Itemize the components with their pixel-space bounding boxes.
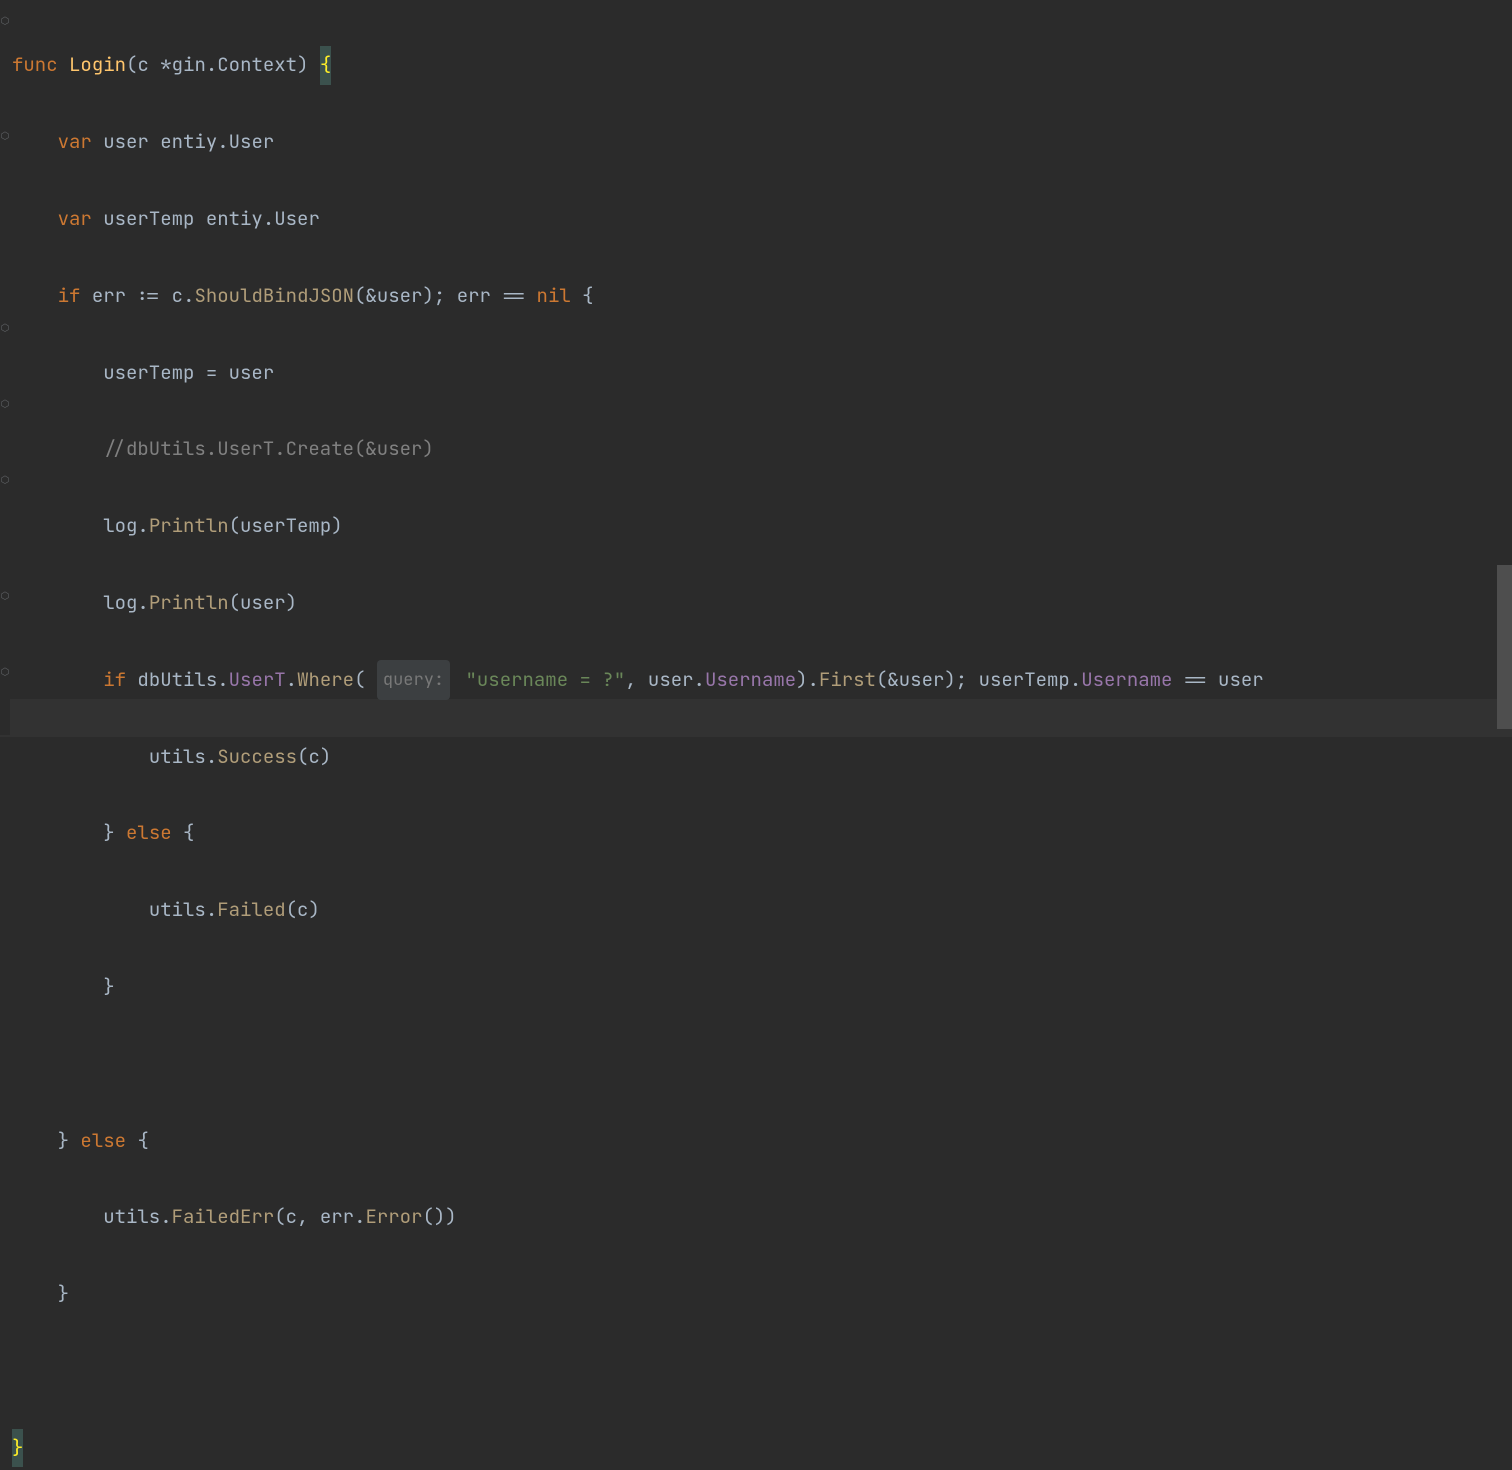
code-line[interactable]: utils.FailedErr(c, err.Error()) — [12, 1198, 1512, 1236]
gutter-marker-icon[interactable]: ⬡ — [0, 661, 10, 681]
code-line[interactable]: utils.Success(c) — [12, 738, 1512, 776]
code-line[interactable]: if err := c.ShouldBindJSON(&user); err =… — [12, 277, 1512, 315]
brace-open-highlight: { — [320, 46, 331, 84]
vertical-scrollbar-track[interactable] — [1497, 0, 1512, 735]
code-line[interactable]: userTemp = user — [12, 354, 1512, 392]
code-line[interactable]: func Login(c *gin.Context) { — [12, 46, 1512, 84]
keyword-var: var — [58, 123, 92, 161]
keyword-else: else — [126, 814, 172, 852]
keyword-else: else — [80, 1122, 126, 1160]
keyword-if: if — [103, 661, 126, 699]
comment-line: //dbUtils.UserT.Create(&user) — [103, 430, 434, 468]
gutter-marker-icon[interactable]: ⬡ — [0, 469, 10, 489]
code-line[interactable]: if dbUtils.UserT.Where( query: "username… — [12, 661, 1512, 699]
param-c: c — [137, 46, 148, 84]
code-editor[interactable]: func Login(c *gin.Context) { var user en… — [0, 0, 1512, 1470]
code-line[interactable]: utils.Failed(c) — [12, 891, 1512, 929]
code-line[interactable] — [12, 1352, 1512, 1390]
string-literal: "username = ?" — [466, 661, 626, 699]
code-line[interactable]: } else { — [12, 1122, 1512, 1160]
code-line[interactable]: } — [12, 1275, 1512, 1313]
gutter-marker-icon[interactable]: ⬡ — [0, 585, 10, 605]
gutter-marker-icon[interactable]: ⬡ — [0, 125, 10, 145]
code-line[interactable]: } — [12, 968, 1512, 1006]
keyword-func: func — [12, 46, 58, 84]
code-line[interactable]: log.Println(user) — [12, 584, 1512, 622]
vertical-scrollbar-thumb[interactable] — [1497, 565, 1512, 729]
gutter-marker-icon[interactable]: ⬡ — [0, 317, 10, 337]
code-line[interactable]: var userTemp entiy.User — [12, 200, 1512, 238]
code-line[interactable]: log.Println(userTemp) — [12, 507, 1512, 545]
code-line[interactable] — [12, 1045, 1512, 1083]
keyword-if: if — [58, 277, 81, 315]
keyword-var: var — [58, 200, 92, 238]
code-line[interactable]: //dbUtils.UserT.Create(&user) — [12, 430, 1512, 468]
gutter-marker-icon[interactable]: ⬡ — [0, 10, 10, 30]
code-line[interactable]: var user entiy.User — [12, 123, 1512, 161]
function-name: Login — [69, 46, 126, 84]
code-line[interactable]: } — [12, 1429, 1512, 1467]
parameter-hint: query: — [377, 660, 450, 700]
code-line[interactable]: } else { — [12, 814, 1512, 852]
gutter-marker-icon[interactable]: ⬡ — [0, 393, 10, 413]
editor-gutter: ⬡ ⬡ ⬡ ⬡ ⬡ ⬡ ⬡ — [0, 0, 10, 735]
brace-close-highlight: } — [12, 1429, 23, 1467]
